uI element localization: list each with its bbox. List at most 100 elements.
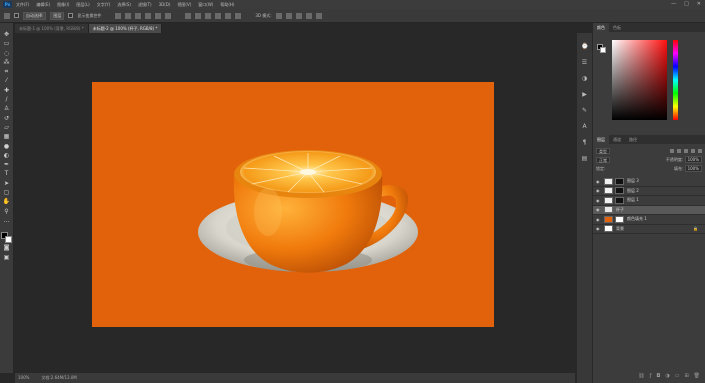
folder-icon[interactable]: ▭ xyxy=(675,373,680,381)
marquee-tool-icon[interactable]: ▭ xyxy=(3,40,11,48)
align-right-icon[interactable] xyxy=(165,12,172,19)
new-layer-icon[interactable]: ⊞ xyxy=(684,373,688,381)
menu-view[interactable]: 视图(V) xyxy=(177,2,191,8)
layer-row-selected[interactable]: ◉ 杯子 xyxy=(593,205,705,215)
pen-tool-icon[interactable]: ✒ xyxy=(3,161,11,169)
brushes-icon[interactable]: ✎ xyxy=(581,107,588,114)
magic-wand-icon[interactable]: ⁂ xyxy=(3,59,11,67)
properties-icon[interactable]: ☰ xyxy=(581,59,588,66)
layer-row[interactable]: ◉ 图层 2 xyxy=(593,187,705,196)
background-swatch[interactable] xyxy=(600,47,606,53)
background-color[interactable] xyxy=(5,236,12,244)
fx-icon[interactable]: ƒ xyxy=(650,373,652,381)
zoom-tool-icon[interactable]: ⚲ xyxy=(3,208,11,216)
filter-type-icon[interactable] xyxy=(684,148,688,153)
menu-file[interactable]: 文件(F) xyxy=(16,2,29,8)
lasso-tool-icon[interactable]: ◌ xyxy=(3,50,11,58)
menu-edit[interactable]: 编辑(E) xyxy=(36,2,50,8)
eraser-tool-icon[interactable]: ▱ xyxy=(3,124,11,132)
layer-row[interactable]: ◉ 图层 3 xyxy=(593,177,705,187)
align-vcenter-icon[interactable] xyxy=(125,12,132,19)
minimize-button[interactable]: — xyxy=(671,1,676,7)
more-tools-icon[interactable]: … xyxy=(3,217,11,225)
visibility-eye-icon[interactable]: ◉ xyxy=(596,179,602,184)
menu-image[interactable]: 图像(I) xyxy=(57,2,69,8)
distribute-hcenter-icon[interactable] xyxy=(225,12,232,19)
3d-rotate-icon[interactable] xyxy=(275,12,282,19)
filter-smart-icon[interactable] xyxy=(698,148,702,153)
history-brush-icon[interactable]: ↺ xyxy=(3,115,11,123)
tab-document-2[interactable]: 未标题-2 @ 100% (杯子, RGB/8) * xyxy=(88,24,163,33)
tab-color[interactable]: 颜色 xyxy=(593,23,609,32)
dodge-tool-icon[interactable]: ◐ xyxy=(3,152,11,160)
menu-select[interactable]: 选择(S) xyxy=(117,2,131,8)
distribute-vcenter-icon[interactable] xyxy=(195,12,202,19)
brush-tool-icon[interactable]: ∕ xyxy=(3,96,11,104)
color-picker-field[interactable] xyxy=(612,40,667,120)
3d-scale-icon[interactable] xyxy=(315,12,322,19)
align-left-icon[interactable] xyxy=(145,12,152,19)
visibility-eye-icon[interactable]: ◉ xyxy=(596,226,602,231)
3d-slide-icon[interactable] xyxy=(305,12,312,19)
layer-mask-thumbnail[interactable] xyxy=(615,177,624,185)
align-hcenter-icon[interactable] xyxy=(155,12,162,19)
tab-channels[interactable]: 通道 xyxy=(609,135,625,144)
distribute-right-icon[interactable] xyxy=(235,12,242,19)
blend-mode-dropdown[interactable]: 正常 xyxy=(596,156,610,163)
hand-tool-icon[interactable]: ✋ xyxy=(3,198,11,206)
layer-row[interactable]: ◉ 背景 🔒 xyxy=(593,225,705,234)
quick-mask-icon[interactable]: ◙ xyxy=(3,244,11,252)
screen-mode-icon[interactable]: ▣ xyxy=(3,254,11,262)
move-tool-icon[interactable]: ✥ xyxy=(3,31,11,39)
menu-layer[interactable]: 图层(L) xyxy=(76,2,89,8)
layer-kind-filter[interactable]: 类型 xyxy=(596,147,610,154)
actions-icon[interactable]: ▶ xyxy=(581,91,588,98)
fill-field[interactable]: 100% xyxy=(684,164,702,172)
hue-slider[interactable] xyxy=(673,40,678,120)
crop-tool-icon[interactable]: ⌗ xyxy=(3,68,11,76)
canvas[interactable] xyxy=(92,82,494,327)
tab-swatches[interactable]: 色板 xyxy=(609,23,625,32)
menu-help[interactable]: 帮助(H) xyxy=(220,2,234,8)
close-button[interactable]: ✕ xyxy=(697,1,701,7)
healing-brush-icon[interactable]: ✚ xyxy=(3,87,11,95)
tab-layers[interactable]: 图层 xyxy=(593,135,609,144)
shape-tool-icon[interactable]: ▢ xyxy=(3,189,11,197)
visibility-eye-icon[interactable]: ◉ xyxy=(596,198,602,203)
distribute-bottom-icon[interactable] xyxy=(205,12,212,19)
auto-select-dropdown[interactable]: 图层 xyxy=(50,11,65,20)
gradient-tool-icon[interactable]: ▦ xyxy=(3,133,11,141)
layer-mask-thumbnail[interactable] xyxy=(615,196,624,204)
eyedropper-tool-icon[interactable]: ⁄ xyxy=(3,77,11,85)
align-top-icon[interactable] xyxy=(115,12,122,19)
mask-icon[interactable]: ◘ xyxy=(656,373,660,381)
type-tool-icon[interactable]: T xyxy=(3,170,11,178)
menu-type[interactable]: 文字(Y) xyxy=(97,2,111,8)
layer-mask-thumbnail[interactable] xyxy=(615,215,624,223)
layer-mask-thumbnail[interactable] xyxy=(615,187,624,195)
color-swatches[interactable] xyxy=(1,232,12,244)
history-icon[interactable]: ⌚ xyxy=(581,43,588,50)
3d-roll-icon[interactable] xyxy=(285,12,292,19)
filter-adjust-icon[interactable] xyxy=(677,148,681,153)
link-icon[interactable]: ⛓ xyxy=(638,373,644,381)
layer-row[interactable]: ◉ 颜色填充 1 xyxy=(593,215,705,225)
adjustment-icon[interactable]: ◑ xyxy=(665,373,669,381)
adjustments-icon[interactable]: ◑ xyxy=(581,75,588,82)
visibility-eye-icon[interactable]: ◉ xyxy=(596,188,602,193)
opacity-field[interactable]: 100% xyxy=(684,155,702,163)
distribute-top-icon[interactable] xyxy=(185,12,192,19)
tab-paths[interactable]: 路径 xyxy=(625,135,641,144)
tab-document-1[interactable]: 未标题-1 @ 100% (背景, RGB/8) * xyxy=(15,24,89,33)
menu-window[interactable]: 窗口(W) xyxy=(198,2,213,8)
blur-tool-icon[interactable]: ● xyxy=(3,143,11,151)
distribute-left-icon[interactable] xyxy=(215,12,222,19)
character-icon[interactable]: A xyxy=(581,123,588,130)
path-selection-icon[interactable]: ➤ xyxy=(3,180,11,188)
menu-filter[interactable]: 滤镜(T) xyxy=(138,2,152,8)
layer-row[interactable]: ◉ 图层 1 xyxy=(593,196,705,206)
auto-select-checkbox[interactable] xyxy=(14,13,19,18)
filter-pixel-icon[interactable] xyxy=(670,148,674,153)
3d-pan-icon[interactable] xyxy=(295,12,302,19)
maximize-button[interactable]: □ xyxy=(684,1,689,7)
